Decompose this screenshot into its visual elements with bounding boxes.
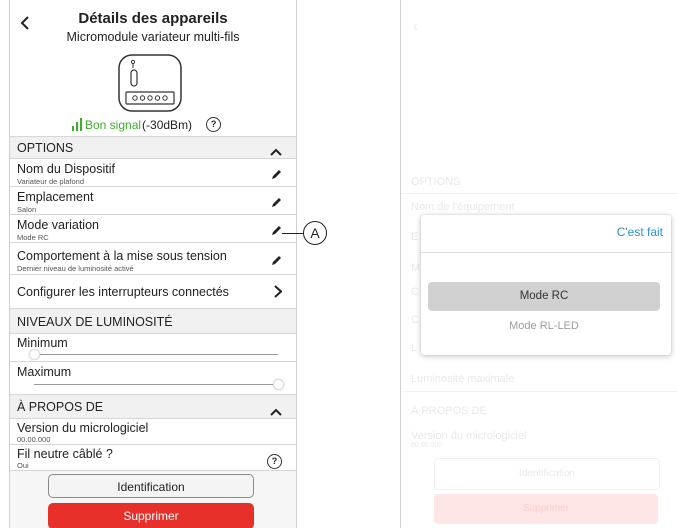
signal-bars-icon <box>72 118 82 131</box>
option-title: Emplacement <box>17 190 94 204</box>
chevron-right-icon[interactable] <box>274 285 283 303</box>
max-label: Maximum <box>17 365 72 379</box>
bg-brightness-max: Luminosité maximale <box>411 373 515 385</box>
dialog-divider <box>421 252 671 253</box>
option-title: Nom du Dispositif <box>17 162 115 176</box>
option-mode-rl-led[interactable]: Mode RL-LED <box>428 315 660 337</box>
option-title: Mode variation <box>17 218 99 232</box>
about-section-header[interactable]: À PROPOS DE <box>10 394 296 418</box>
bg-options-header: OPTIONS <box>411 176 461 188</box>
bg-divider <box>401 193 677 194</box>
bg-option-1: Nom de l'équipement <box>411 201 515 213</box>
option-value: Dernier niveau de luminosité activé <box>17 264 134 273</box>
pencil-icon[interactable] <box>271 223 282 241</box>
signal-db: (-30dBm) <box>142 117 193 132</box>
neutral-label: Fil neutre câblé ? <box>17 447 113 461</box>
option-value: Variateur de plafond <box>17 177 84 186</box>
neutral-wire-row: Fil neutre câblé ? Oui ? <box>10 444 296 470</box>
signal-label: Bon signal <box>85 117 142 132</box>
option-dimming-mode[interactable]: Mode variation Mode RC <box>10 214 296 242</box>
pencil-icon[interactable] <box>271 167 282 185</box>
brightness-header-label: NIVEAUX DE LUMINOSITÉ <box>17 315 173 329</box>
bg-about-header: À PROPOS DE <box>411 405 487 417</box>
option-location[interactable]: Emplacement Salon <box>10 186 296 214</box>
option-mode-rc[interactable]: Mode RC <box>428 282 660 311</box>
delete-button[interactable]: Supprimer <box>48 503 254 528</box>
bg-option-5: C <box>411 314 419 326</box>
min-slider-thumb[interactable] <box>29 349 40 360</box>
min-label: Minimum <box>17 336 68 350</box>
back-chevron-icon: ‹ <box>413 18 418 34</box>
pencil-icon[interactable] <box>271 253 282 271</box>
option-device-name[interactable]: Nom du Dispositif Variateur de plafond <box>10 158 296 186</box>
brightness-section-header: NIVEAUX DE LUMINOSITÉ <box>10 308 296 333</box>
bg-option-6: L <box>411 342 418 354</box>
firmware-version-row: Version du micrologiciel 00.00.000 <box>10 418 296 444</box>
bg-divider <box>401 391 677 392</box>
neutral-value: Oui <box>17 461 29 470</box>
done-button[interactable]: C'est fait <box>617 225 663 239</box>
option-title: Configurer les interrupteurs connectés <box>17 285 229 299</box>
option-power-on-behavior[interactable]: Comportement à la mise sous tension Dern… <box>10 242 296 274</box>
brightness-maximum: Maximum <box>10 361 296 391</box>
bg-option-4: C <box>411 286 419 298</box>
pencil-icon[interactable] <box>271 195 282 213</box>
dimming-mode-dialog: C'est fait Mode RC Mode RL-LED <box>421 215 671 355</box>
bg-firmware-value: 00.00.000 <box>411 442 443 449</box>
firmware-label: Version du micrologiciel <box>17 421 149 435</box>
brightness-minimum: Minimum <box>10 333 296 361</box>
min-slider-track[interactable] <box>34 354 278 355</box>
option-title: Comportement à la mise sous tension <box>17 249 227 263</box>
options-header-label: OPTIONS <box>17 141 74 155</box>
callout-line <box>282 233 304 234</box>
identification-button[interactable]: Identification <box>48 474 254 498</box>
bg-firmware-label: Version du micrologiciel <box>411 430 527 442</box>
page-subtitle: Micromodule variateur multi-fils <box>66 30 240 44</box>
device-details-screen: Détails des appareils Micromodule variat… <box>9 0 297 528</box>
option-configure-switches[interactable]: Configurer les interrupteurs connectés <box>10 274 296 308</box>
callout-a: A <box>303 221 327 245</box>
option-value: Salon <box>17 205 37 214</box>
bg-identification-button: Identification <box>434 458 660 490</box>
bg-delete-button: Supprimer <box>434 494 658 524</box>
dimmer-module-icon <box>118 54 182 117</box>
max-slider-track[interactable] <box>34 384 278 385</box>
max-slider-thumb[interactable] <box>273 379 284 390</box>
about-header-label: À PROPOS DE <box>17 400 104 414</box>
firmware-value: 00.00.000 <box>17 435 51 444</box>
bg-option-2: E <box>411 231 419 243</box>
options-section-header[interactable]: OPTIONS <box>10 136 296 158</box>
option-value: Mode RC <box>17 233 49 242</box>
help-icon[interactable]: ? <box>267 451 282 469</box>
header: Détails des appareils Micromodule variat… <box>10 0 296 135</box>
signal-strength: Bon signal (-30dBm) ? <box>72 117 222 132</box>
bg-option-3: M <box>411 262 421 274</box>
page-title: Détails des appareils <box>78 10 228 27</box>
mode-picker-screen: ‹ OPTIONS Nom de l'équipement E M C C L … <box>400 0 677 528</box>
signal-help-icon[interactable]: ? <box>206 117 222 132</box>
